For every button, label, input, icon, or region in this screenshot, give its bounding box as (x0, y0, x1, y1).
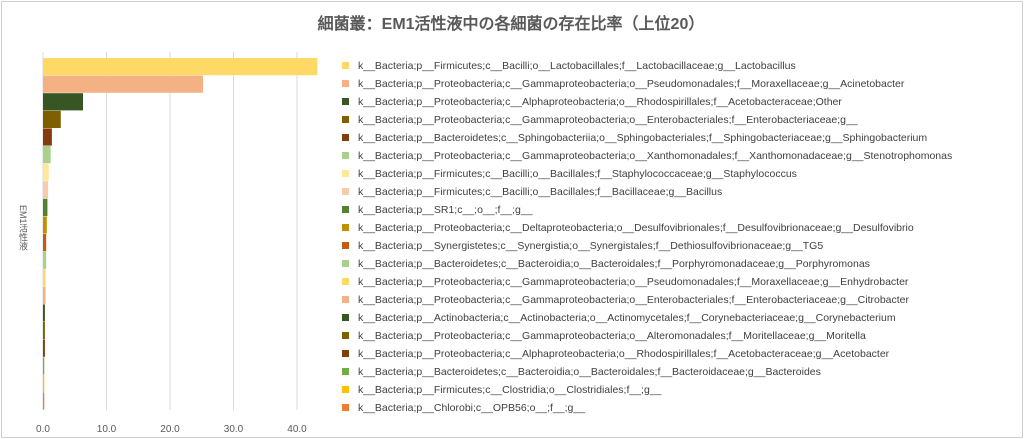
legend-label-9: k__Bacteria;p__SR1;c__;o__;f__;g__ (358, 204, 533, 216)
legend-item-6: k__Bacteria;p__Proteobacteria;c__Gammapr… (342, 147, 1012, 165)
legend-item-10: k__Bacteria;p__Proteobacteria;c__Deltapr… (342, 219, 1012, 237)
legend-label-19: k__Bacteria;p__Firmicutes;c__Clostridia;… (358, 384, 662, 396)
bar-18 (43, 357, 45, 375)
legend-label-7: k__Bacteria;p__Firmicutes;c__Bacilli;o__… (358, 168, 797, 180)
bar-9 (43, 198, 48, 216)
legend-item-20: k__Bacteria;p__Chlorobi;c__OPB56;o__;f__… (342, 399, 1012, 417)
legend-item-17: k__Bacteria;p__Proteobacteria;c__Alphapr… (342, 345, 1012, 363)
bar-12 (43, 251, 47, 269)
legend-swatch-13 (342, 278, 349, 285)
legend-swatch-4 (342, 116, 349, 123)
legend-label-20: k__Bacteria;p__Chlorobi;c__OPB56;o__;f__… (358, 402, 586, 414)
bar-20 (43, 392, 45, 410)
legend-label-6: k__Bacteria;p__Proteobacteria;c__Gammapr… (358, 150, 953, 162)
legend-label-8: k__Bacteria;p__Firmicutes;c__Bacilli;o__… (358, 186, 723, 198)
bar-10 (43, 216, 47, 234)
bar-11 (43, 234, 47, 252)
legend-label-13: k__Bacteria;p__Proteobacteria;c__Gammapr… (358, 276, 909, 288)
bar-13 (43, 269, 46, 287)
legend-label-3: k__Bacteria;p__Proteobacteria;c__Alphapr… (358, 96, 842, 108)
legend-label-10: k__Bacteria;p__Proteobacteria;c__Deltapr… (358, 222, 914, 234)
x-tick-label-2: 20.0 (160, 424, 180, 435)
legend-item-2: k__Bacteria;p__Proteobacteria;c__Gammapr… (342, 75, 1012, 93)
x-tick-label-1: 10.0 (97, 424, 117, 435)
legend-label-17: k__Bacteria;p__Proteobacteria;c__Alphapr… (358, 348, 890, 360)
legend-item-7: k__Bacteria;p__Firmicutes;c__Bacilli;o__… (342, 165, 1012, 183)
legend-swatch-18 (342, 368, 349, 375)
legend-swatch-12 (342, 260, 349, 267)
legend-label-15: k__Bacteria;p__Actinobacteria;c__Actinob… (358, 312, 896, 324)
x-tick-label-4: 40.0 (287, 424, 307, 435)
legend-label-1: k__Bacteria;p__Firmicutes;c__Bacilli;o__… (358, 60, 796, 72)
legend-swatch-17 (342, 350, 349, 357)
legend-item-19: k__Bacteria;p__Firmicutes;c__Clostridia;… (342, 381, 1012, 399)
x-tick-label-3: 30.0 (224, 424, 244, 435)
x-axis-ticks: 0.0 10.0 20.0 30.0 40.0 (36, 424, 307, 435)
legend-swatch-3 (342, 98, 349, 105)
bar-3 (43, 93, 84, 111)
legend-swatch-2 (342, 80, 349, 87)
legend-swatch-8 (342, 188, 349, 195)
legend-item-14: k__Bacteria;p__Proteobacteria;c__Gammapr… (342, 291, 1012, 309)
legend-swatch-5 (342, 134, 349, 141)
legend-label-14: k__Bacteria;p__Proteobacteria;c__Gammapr… (358, 294, 909, 306)
chart-title: 細菌叢：EM1活性液中の各細菌の存在比率（上位20） (317, 16, 705, 33)
legend-item-12: k__Bacteria;p__Bacteroidetes;c__Bacteroi… (342, 255, 1012, 273)
bar-16 (43, 322, 45, 340)
legend-swatch-16 (342, 332, 349, 339)
x-tick-label-0: 0.0 (36, 424, 50, 435)
legend-swatch-15 (342, 314, 349, 321)
legend-label-16: k__Bacteria;p__Proteobacteria;c__Gammapr… (358, 330, 866, 342)
legend-item-5: k__Bacteria;p__Bacteroidetes;c__Sphingob… (342, 129, 1012, 147)
bar-15 (43, 304, 45, 322)
bar-5 (43, 128, 52, 146)
legend-swatch-1 (342, 62, 349, 69)
legend-swatch-10 (342, 224, 349, 231)
bar-8 (43, 181, 49, 199)
legend-swatch-7 (342, 170, 349, 177)
legend-item-1: k__Bacteria;p__Firmicutes;c__Bacilli;o__… (342, 57, 1012, 75)
legend-item-18: k__Bacteria;p__Bacteroidetes;c__Bacteroi… (342, 363, 1012, 381)
legend-item-16: k__Bacteria;p__Proteobacteria;c__Gammapr… (342, 327, 1012, 345)
bar-17 (43, 339, 45, 357)
legend-swatch-11 (342, 242, 349, 249)
bar-4 (43, 110, 61, 128)
legend-label-18: k__Bacteria;p__Bacteroidetes;c__Bacteroi… (358, 366, 821, 378)
legend-swatch-19 (342, 386, 349, 393)
legend-swatch-9 (342, 206, 349, 213)
legend-swatch-6 (342, 152, 349, 159)
legend-item-11: k__Bacteria;p__Synergistetes;c__Synergis… (342, 237, 1012, 255)
legend-swatch-20 (342, 404, 349, 411)
bar-7 (43, 163, 49, 181)
legend-label-4: k__Bacteria;p__Proteobacteria;c__Gammapr… (358, 114, 858, 126)
legend-item-4: k__Bacteria;p__Proteobacteria;c__Gammapr… (342, 111, 1012, 129)
bar-1 (43, 58, 318, 76)
legend-item-15: k__Bacteria;p__Actinobacteria;c__Actinob… (342, 309, 1012, 327)
legend-item-3: k__Bacteria;p__Proteobacteria;c__Alphapr… (342, 93, 1012, 111)
legend-label-11: k__Bacteria;p__Synergistetes;c__Synergis… (358, 240, 824, 252)
bar-6 (43, 146, 51, 164)
legend-item-8: k__Bacteria;p__Firmicutes;c__Bacilli;o__… (342, 183, 1012, 201)
legend: k__Bacteria;p__Firmicutes;c__Bacilli;o__… (342, 57, 1012, 417)
bars (43, 58, 318, 410)
legend-label-5: k__Bacteria;p__Bacteroidetes;c__Sphingob… (358, 132, 928, 144)
legend-label-2: k__Bacteria;p__Proteobacteria;c__Gammapr… (358, 78, 905, 90)
legend-item-13: k__Bacteria;p__Proteobacteria;c__Gammapr… (342, 273, 1012, 291)
y-axis-label: EM1活性液 (18, 205, 28, 251)
bar-2 (43, 75, 204, 93)
legend-swatch-14 (342, 296, 349, 303)
bar-14 (43, 286, 46, 304)
legend-item-9: k__Bacteria;p__SR1;c__;o__;f__;g__ (342, 201, 1012, 219)
legend-label-12: k__Bacteria;p__Bacteroidetes;c__Bacteroi… (358, 258, 870, 270)
bar-19 (43, 374, 45, 392)
